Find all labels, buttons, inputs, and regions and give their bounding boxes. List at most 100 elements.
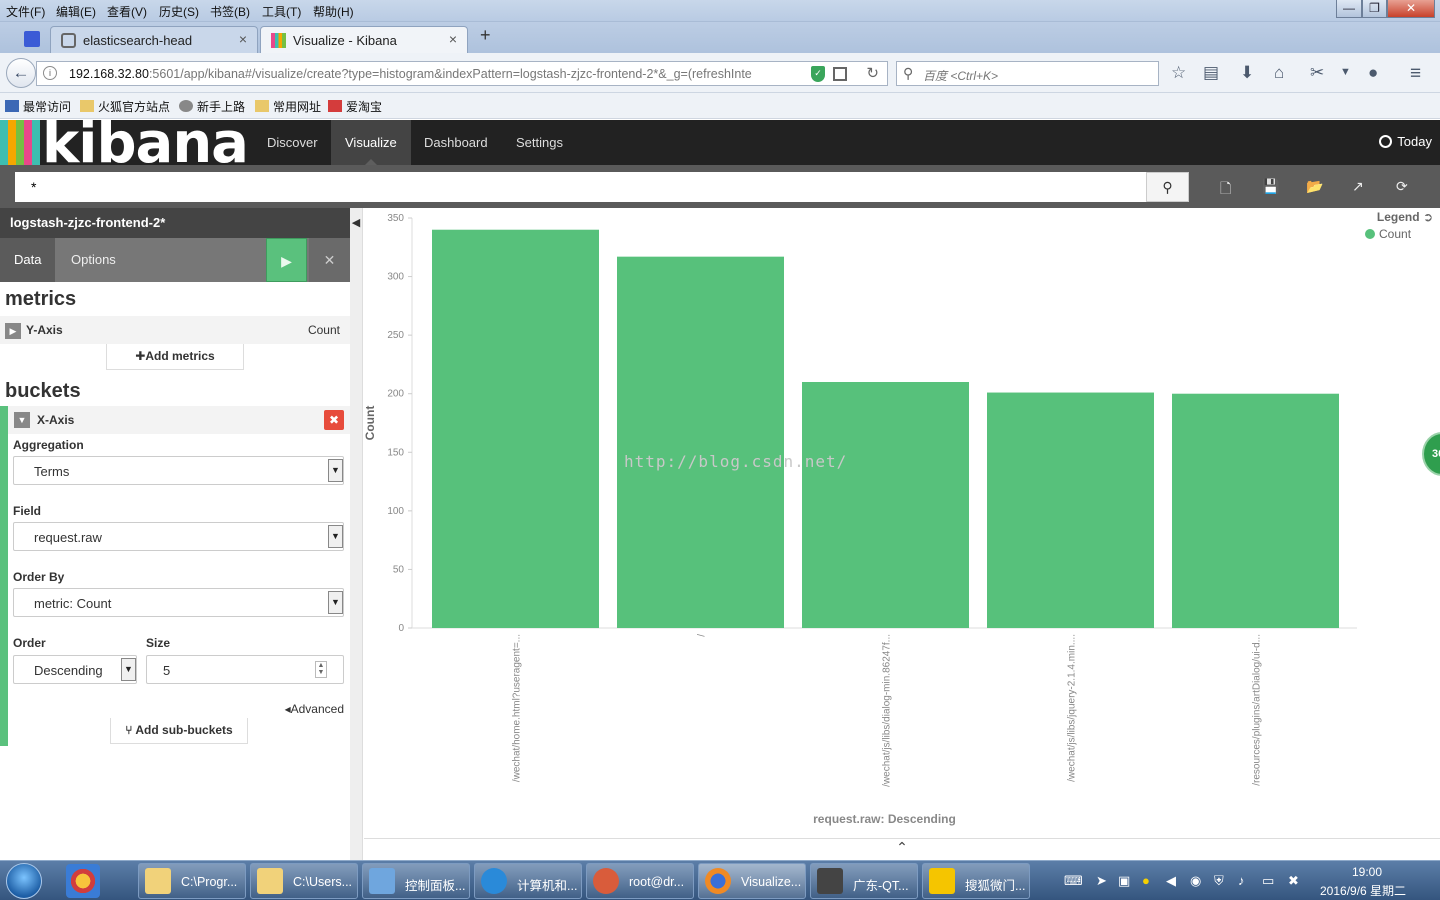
reading-list-icon[interactable]: ▤: [1203, 63, 1219, 83]
send-icon[interactable]: ➤: [1096, 873, 1107, 889]
volume-alert-icon[interactable]: ◀: [1166, 873, 1176, 889]
apply-changes-button[interactable]: ▶: [266, 238, 307, 282]
tab-strip: elasticsearch-head × Visualize - Kibana …: [0, 22, 1440, 53]
search-box[interactable]: ⚲ 百度 <Ctrl+K>: [896, 61, 1159, 86]
tab-close-icon[interactable]: ×: [449, 31, 457, 47]
speaker-icon[interactable]: ♪: [1238, 873, 1245, 888]
address-bar[interactable]: i 192.168.32.80:5601/app/kibana#/visuali…: [36, 61, 888, 86]
caret-right-icon[interactable]: ▶: [5, 323, 21, 339]
close-window-button[interactable]: ✕: [1387, 0, 1435, 18]
menu-tools[interactable]: 工具(T): [262, 3, 301, 20]
taskbar-guangdong-qt[interactable]: 广东-QT...: [810, 863, 918, 899]
tab-label: Visualize - Kibana: [293, 33, 397, 48]
hamburger-menu-icon[interactable]: ≡: [1410, 63, 1421, 85]
taskbar-computer[interactable]: 计算机和...: [474, 863, 582, 899]
taskbar-firefox-visualize[interactable]: Visualize...: [698, 863, 806, 899]
aggregation-select[interactable]: Terms ▼: [13, 456, 344, 485]
menu-bookmarks[interactable]: 书签(B): [210, 3, 250, 20]
menu-file[interactable]: 文件(F): [6, 3, 45, 20]
display-icon[interactable]: ▭: [1262, 873, 1274, 889]
bucket-header[interactable]: ▼ X-Axis ✖: [8, 406, 350, 434]
qr-code-icon[interactable]: [833, 67, 847, 81]
field-select[interactable]: request.raw ▼: [13, 522, 344, 551]
close-x-icon[interactable]: ✖: [1288, 873, 1299, 889]
metric-yaxis-row[interactable]: ▶ Y-Axis Count: [0, 316, 350, 344]
new-tab-button[interactable]: +: [480, 25, 491, 46]
add-metrics-button[interactable]: ✚Add metrics: [106, 344, 244, 370]
query-input[interactable]: [15, 172, 1146, 202]
new-visualization-icon[interactable]: 🗋: [1220, 178, 1231, 202]
expand-spy-panel-button[interactable]: ⌃: [364, 838, 1440, 860]
menu-edit[interactable]: 编辑(E): [56, 3, 96, 20]
home-icon[interactable]: ⌂: [1274, 63, 1284, 83]
legend-toggle[interactable]: Legend ➲: [1377, 210, 1433, 224]
remove-bucket-button[interactable]: ✖: [324, 410, 344, 430]
tab-data[interactable]: Data: [0, 238, 56, 282]
size-input[interactable]: 5 ▲ ▼: [146, 655, 344, 684]
addon-dropdown-icon[interactable]: ▼: [1340, 66, 1351, 78]
addon-icon[interactable]: ✂: [1310, 63, 1324, 83]
query-bar: ⚲ 🗋 💾 📂 ↗ ⟳: [0, 165, 1440, 208]
order-by-select[interactable]: metric: Count ▼: [13, 588, 344, 617]
share-icon[interactable]: ↗: [1352, 178, 1364, 195]
tab-visualize-kibana[interactable]: Visualize - Kibana ×: [260, 26, 468, 53]
sidebar-tabs: Data Options ▶ ✕: [0, 238, 350, 282]
menu-view[interactable]: 查看(V): [107, 3, 147, 20]
tray-app-icon[interactable]: ●: [1142, 873, 1150, 888]
nav-discover[interactable]: Discover: [253, 120, 332, 165]
number-spinner-icon[interactable]: ▲ ▼: [315, 661, 327, 678]
taskbar-explorer-progr[interactable]: C:\Progr...: [138, 863, 246, 899]
tab-close-icon[interactable]: ×: [239, 31, 247, 47]
maximize-button[interactable]: ❐: [1362, 0, 1387, 18]
reload-icon[interactable]: ↻: [866, 64, 879, 82]
add-sub-buckets-button[interactable]: ⑂ Add sub-buckets: [110, 718, 248, 744]
taskbar-control-panel[interactable]: 控制面板...: [362, 863, 470, 899]
order-select[interactable]: Descending ▼: [13, 655, 137, 684]
shield-icon[interactable]: ⛨: [1214, 873, 1224, 889]
tab-elasticsearch-head[interactable]: elasticsearch-head ×: [50, 26, 258, 53]
nav-settings[interactable]: Settings: [502, 120, 577, 165]
tab-list-icon[interactable]: [24, 31, 40, 47]
site-info-icon[interactable]: i: [43, 66, 57, 80]
taskbar-sohu[interactable]: 搜狐微门...: [922, 863, 1030, 899]
minimize-button[interactable]: —: [1336, 0, 1362, 18]
bookmark-common-sites[interactable]: 常用网址: [255, 98, 321, 115]
bookmark-aitaobao[interactable]: 爱淘宝: [328, 98, 382, 115]
chevron-down-icon[interactable]: ▼: [121, 658, 136, 681]
taskbar-explorer-users[interactable]: C:\Users...: [250, 863, 358, 899]
nav-dashboard[interactable]: Dashboard: [410, 120, 502, 165]
url-text[interactable]: 192.168.32.80:5601/app/kibana#/visualize…: [69, 67, 789, 81]
chat-icon[interactable]: ●: [1368, 63, 1378, 83]
download-icon[interactable]: ⬇: [1240, 63, 1254, 83]
network-icon[interactable]: ▣: [1118, 873, 1130, 889]
clock-time[interactable]: 19:00: [1352, 865, 1382, 879]
chevron-down-icon[interactable]: ▼: [328, 591, 343, 614]
discard-changes-button[interactable]: ✕: [309, 238, 350, 282]
menu-help[interactable]: 帮助(H): [313, 3, 354, 20]
legend-item-count[interactable]: Count: [1365, 227, 1411, 241]
nav-visualize[interactable]: Visualize: [331, 120, 411, 165]
chevron-down-icon[interactable]: ▼: [328, 525, 343, 548]
advanced-toggle-link[interactable]: ◂Advanced: [285, 702, 344, 716]
bookmark-star-icon[interactable]: ☆: [1171, 63, 1186, 83]
legend-title: Legend: [1376, 210, 1420, 224]
open-icon[interactable]: 📂: [1306, 178, 1323, 195]
save-icon[interactable]: 💾: [1262, 178, 1279, 195]
start-button[interactable]: [6, 863, 42, 899]
time-picker[interactable]: Today: [1379, 134, 1432, 149]
search-submit-button[interactable]: ⚲: [1146, 172, 1189, 202]
keyboard-icon[interactable]: ⌨: [1064, 873, 1083, 889]
back-button[interactable]: ←: [6, 58, 36, 88]
taskbar-ssh-root[interactable]: root@dr...: [586, 863, 694, 899]
pinned-app-icon[interactable]: [66, 864, 100, 898]
security-shield-icon[interactable]: ✓: [811, 66, 825, 82]
tab-options[interactable]: Options: [57, 238, 130, 282]
kibana-logo[interactable]: kibana: [0, 111, 249, 176]
tray-app-icon[interactable]: ◉: [1190, 873, 1201, 889]
menu-history[interactable]: 历史(S): [159, 3, 199, 20]
caret-down-icon[interactable]: ▼: [14, 412, 30, 428]
clock-date[interactable]: 2016/9/6 星期二: [1320, 882, 1406, 899]
refresh-icon[interactable]: ⟳: [1396, 178, 1408, 195]
chevron-down-icon[interactable]: ▼: [328, 459, 343, 482]
sidebar-collapse-toggle[interactable]: ◀: [350, 208, 363, 860]
